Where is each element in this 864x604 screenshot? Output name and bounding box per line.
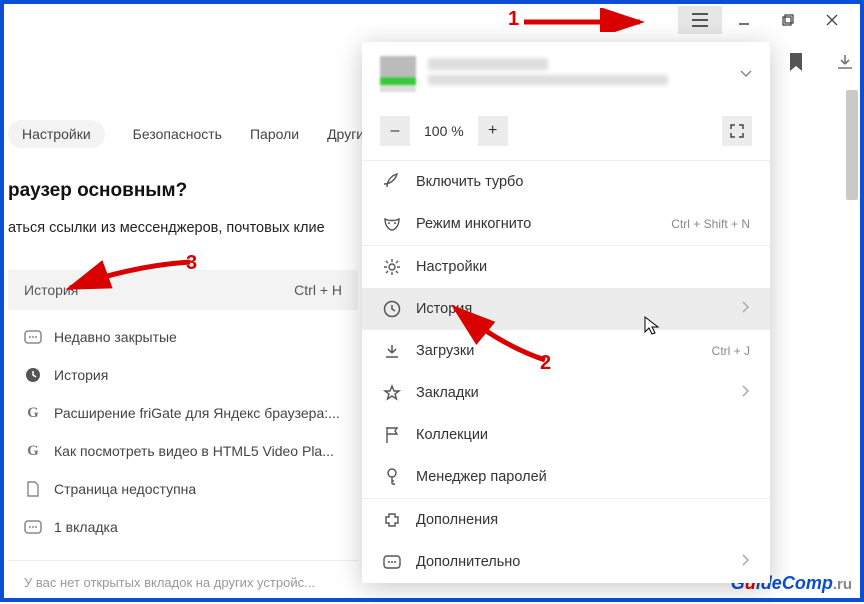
history-item-onetab[interactable]: 1 вкладка <box>8 508 358 546</box>
list-item-label: Недавно закрытые <box>54 329 177 345</box>
rocket-icon <box>382 172 402 192</box>
menu-item-downloads[interactable]: Загрузки Ctrl + J <box>362 330 770 372</box>
download-icon <box>382 341 402 361</box>
bookmark-icon[interactable] <box>788 52 804 77</box>
menu-item-label: Включить турбо <box>416 174 523 190</box>
profile-avatar <box>380 56 416 92</box>
history-item-frigate[interactable]: G Расширение friGate для Яндекс браузера… <box>8 394 358 432</box>
hamburger-icon <box>692 13 708 27</box>
menu-item-addons[interactable]: Дополнения <box>362 499 770 541</box>
history-flyout-shortcut: Ctrl + H <box>294 282 342 298</box>
zoom-in-button[interactable]: + <box>478 116 508 146</box>
history-flyout-header: История Ctrl + H <box>8 270 358 310</box>
menu-item-label: История <box>416 301 472 317</box>
tab-passwords[interactable]: Пароли <box>250 120 299 148</box>
menu-item-label: Режим инкогнито <box>416 216 531 232</box>
history-flyout-title: История <box>24 282 78 298</box>
profile-text-redacted <box>428 58 728 90</box>
fullscreen-icon <box>730 124 744 138</box>
settings-tabs: Настройки Безопасность Пароли Другие у <box>8 120 383 148</box>
list-item-label: История <box>54 367 108 383</box>
menu-item-turbo[interactable]: Включить турбо <box>362 161 770 203</box>
menu-item-bookmarks[interactable]: Закладки <box>362 372 770 414</box>
clock-icon <box>24 366 42 384</box>
list-item-label: Расширение friGate для Яндекс браузера:.… <box>54 405 340 421</box>
toolbar-right <box>788 52 854 77</box>
close-icon <box>826 14 838 26</box>
tab-security[interactable]: Безопасность <box>133 120 222 148</box>
main-menu-dropdown: – 100 % + Включить турбо Режим инкогнито… <box>362 42 770 583</box>
more-icon <box>382 552 402 572</box>
menu-item-history[interactable]: История <box>362 288 770 330</box>
menu-item-label: Закладки <box>416 385 479 401</box>
flag-icon <box>382 425 402 445</box>
hamburger-menu-button[interactable] <box>678 6 722 34</box>
recent-icon <box>24 328 42 346</box>
scrollbar-thumb[interactable] <box>846 90 858 200</box>
list-item-label: Как посмотреть видео в HTML5 Video Pla..… <box>54 443 334 459</box>
google-g-icon: G <box>24 442 42 460</box>
zoom-value: 100 % <box>418 123 470 139</box>
menu-item-label: Загрузки <box>416 343 474 359</box>
menu-item-label: Дополнительно <box>416 554 520 570</box>
star-icon <box>382 383 402 403</box>
minimize-button[interactable] <box>722 6 766 34</box>
menu-item-collections[interactable]: Коллекции <box>362 414 770 456</box>
menu-item-label: Дополнения <box>416 512 498 528</box>
chevron-right-icon <box>742 385 750 401</box>
history-item-unavailable[interactable]: Страница недоступна <box>8 470 358 508</box>
tab-icon <box>24 518 42 536</box>
page-subtext: аться ссылки из мессенджеров, почтовых к… <box>8 220 325 236</box>
menu-item-shortcut: Ctrl + Shift + N <box>671 217 750 231</box>
chevron-down-icon <box>740 65 752 83</box>
gear-icon <box>382 257 402 277</box>
maximize-icon <box>782 14 794 26</box>
tab-settings[interactable]: Настройки <box>8 120 105 148</box>
chevron-right-icon <box>742 554 750 570</box>
menu-item-passwords[interactable]: Менеджер паролей <box>362 456 770 498</box>
page-icon <box>24 480 42 498</box>
history-item-history[interactable]: История <box>8 356 358 394</box>
history-list: Недавно закрытые История G Расширение fr… <box>8 310 358 554</box>
clock-icon <box>382 299 402 319</box>
chevron-right-icon <box>742 301 750 317</box>
close-button[interactable] <box>810 6 854 34</box>
puzzle-icon <box>382 510 402 530</box>
maximize-button[interactable] <box>766 6 810 34</box>
menu-item-settings[interactable]: Настройки <box>362 246 770 288</box>
key-icon <box>382 467 402 487</box>
menu-zoom-row: – 100 % + <box>362 106 770 161</box>
menu-item-label: Менеджер паролей <box>416 469 547 485</box>
zoom-out-button[interactable]: – <box>380 116 410 146</box>
history-flyout-footer: У вас нет открытых вкладок на других уст… <box>8 560 358 604</box>
menu-item-incognito[interactable]: Режим инкогнито Ctrl + Shift + N <box>362 203 770 245</box>
fullscreen-button[interactable] <box>722 116 752 146</box>
menu-item-label: Настройки <box>416 259 487 275</box>
page-heading: раузер основным? <box>8 180 187 202</box>
history-item-recent[interactable]: Недавно закрытые <box>8 318 358 356</box>
list-item-label: 1 вкладка <box>54 519 118 535</box>
history-item-html5video[interactable]: G Как посмотреть видео в HTML5 Video Pla… <box>8 432 358 470</box>
minimize-icon <box>738 14 750 26</box>
mouse-cursor-icon <box>644 316 660 341</box>
menu-item-label: Коллекции <box>416 427 488 443</box>
menu-item-more[interactable]: Дополнительно <box>362 541 770 583</box>
menu-item-shortcut: Ctrl + J <box>712 344 750 358</box>
list-item-label: Страница недоступна <box>54 481 196 497</box>
google-g-icon: G <box>24 404 42 422</box>
menu-profile[interactable] <box>362 42 770 106</box>
window-controls <box>678 6 854 34</box>
history-flyout: История Ctrl + H Недавно закрытые Истори… <box>8 270 358 604</box>
download-icon[interactable] <box>836 53 854 76</box>
mask-icon <box>382 214 402 234</box>
